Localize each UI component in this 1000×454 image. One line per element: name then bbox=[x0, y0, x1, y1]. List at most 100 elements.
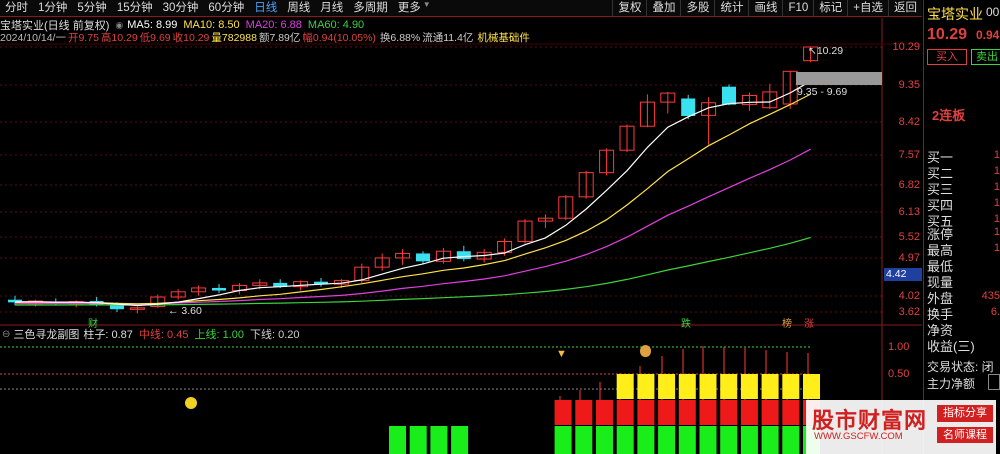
sub-indicator-header: ⊖ 三色寻龙副图 柱子: 0.87 中线: 0.45 上线: 1.00 下线: … bbox=[0, 326, 300, 342]
period-tab[interactable]: 5分钟 bbox=[72, 0, 111, 17]
event-news-marker[interactable]: 榜 bbox=[782, 315, 792, 330]
current-price-value: 4.42 bbox=[886, 268, 907, 280]
period-tab[interactable]: 1分钟 bbox=[33, 0, 72, 17]
price-axis-label: 6.82 bbox=[898, 179, 920, 191]
range-highlight bbox=[796, 72, 882, 85]
period-tab[interactable]: 更多 bbox=[393, 0, 426, 17]
period-tab[interactable]: 15分钟 bbox=[112, 0, 158, 17]
toolbar-button[interactable]: 叠加 bbox=[646, 0, 680, 17]
sector-label[interactable]: 机械基础件 bbox=[477, 30, 530, 45]
red-bar bbox=[637, 400, 655, 425]
period-tab[interactable]: 60分钟 bbox=[203, 0, 249, 17]
period-tab[interactable]: 周线 bbox=[282, 0, 315, 17]
tag-indicator-share-label: 指标分享 bbox=[943, 407, 987, 419]
price-axis-label: 10.29 bbox=[892, 41, 920, 53]
red-bar bbox=[658, 400, 676, 425]
price-axis-label: 4.02 bbox=[898, 290, 920, 302]
price-axis-label: 7.57 bbox=[898, 149, 920, 161]
volume-label: 量782988 bbox=[211, 32, 257, 44]
yellow-bar bbox=[637, 374, 655, 399]
green-bar bbox=[554, 426, 572, 454]
price-axis-label: 3.62 bbox=[898, 306, 920, 318]
chevron-down-icon[interactable]: ▼ bbox=[423, 0, 431, 17]
green-bar bbox=[699, 426, 717, 454]
candle-body bbox=[110, 305, 124, 310]
low-label: 低9.69 bbox=[139, 32, 171, 44]
red-bar bbox=[575, 400, 593, 425]
ma5-line bbox=[14, 80, 811, 307]
xiaxian-label: 下线: 0.20 bbox=[249, 329, 300, 341]
green-bar bbox=[658, 426, 676, 454]
yellow-bar bbox=[803, 374, 820, 399]
high-marker-value: 10.29 bbox=[816, 45, 844, 57]
sub-indicator-name[interactable]: 三色寻龙副图 bbox=[13, 326, 79, 342]
toolbar-button[interactable]: 标记 bbox=[813, 0, 847, 17]
green-bar bbox=[720, 426, 738, 454]
yellow-bar bbox=[782, 374, 800, 399]
candle-body bbox=[681, 98, 696, 116]
period-tab[interactable]: 多周期 bbox=[348, 0, 393, 17]
event-drop-marker[interactable]: 跌 bbox=[681, 315, 691, 330]
green-bar bbox=[616, 426, 634, 454]
quote-change: 0.94 bbox=[976, 28, 1000, 42]
green-bar bbox=[740, 426, 758, 454]
candle-body bbox=[456, 251, 471, 260]
toolbar-button[interactable]: +自选 bbox=[847, 0, 888, 17]
kline-chart[interactable] bbox=[0, 0, 922, 454]
toolbar-button[interactable]: 统计 bbox=[714, 0, 748, 17]
tag-indicator-share[interactable]: 指标分享 bbox=[937, 405, 993, 422]
low-marker-value: 3.60 bbox=[181, 305, 202, 317]
collapse-icon[interactable]: ⊖ bbox=[2, 329, 10, 340]
red-bar bbox=[554, 400, 572, 425]
green-bar bbox=[409, 426, 427, 454]
ohlc-info-line: 2024/10/14/一 开9.75 高10.29 低9.69 收10.29 量… bbox=[0, 31, 530, 44]
red-bar bbox=[699, 400, 717, 425]
toolbar-button[interactable]: 多股 bbox=[680, 0, 714, 17]
stock-code: 00 bbox=[986, 5, 1000, 19]
price-axis-label: 8.42 bbox=[898, 116, 920, 128]
money-bag-icon bbox=[640, 345, 651, 357]
tag-teacher-course-label: 名师课程 bbox=[943, 429, 987, 441]
green-bar bbox=[389, 426, 406, 454]
period-tab[interactable]: 分时 bbox=[0, 0, 33, 17]
buy-button[interactable]: 买入 bbox=[927, 49, 967, 65]
toolbar-button[interactable]: F10 bbox=[782, 0, 813, 17]
quote-row-value: 1 bbox=[993, 213, 1000, 225]
event-rise-marker[interactable]: 涨 bbox=[804, 315, 814, 330]
arrow-left-icon: ← bbox=[168, 305, 179, 317]
main-flow-bar bbox=[988, 374, 1000, 390]
amount-label: 额7.89亿 bbox=[258, 32, 301, 44]
turnover-label: 换6.88% bbox=[379, 32, 421, 44]
tag-teacher-course[interactable]: 名师课程 bbox=[937, 427, 993, 443]
sell-button[interactable]: 卖出 bbox=[971, 49, 1000, 65]
close-label: 收10.29 bbox=[172, 32, 210, 44]
green-bar bbox=[430, 426, 448, 454]
quote-row-value: 1 bbox=[993, 181, 1000, 193]
zhongxian-label: 中线: 0.45 bbox=[138, 329, 189, 341]
red-bar bbox=[678, 400, 696, 425]
yellow-bar bbox=[761, 374, 779, 399]
low-marker-label: ← 3.60 bbox=[168, 305, 202, 317]
green-bar bbox=[637, 426, 655, 454]
red-bar bbox=[740, 400, 758, 425]
toolbar-button[interactable]: 画线 bbox=[748, 0, 782, 17]
settings-icon[interactable]: ◉ bbox=[115, 20, 123, 31]
period-tab[interactable]: 30分钟 bbox=[158, 0, 204, 17]
date-label: 2024/10/14/一 bbox=[0, 32, 66, 44]
quote-panel: 宝塔实业 00 10.29 0.94 买入 卖出 2连板 买一 1 买二 1 买三 1 买四… bbox=[923, 0, 1000, 454]
smiley-icon bbox=[185, 397, 197, 409]
candle-body bbox=[212, 287, 226, 291]
yellow-bar bbox=[699, 374, 717, 399]
period-tab[interactable]: 月线 bbox=[315, 0, 348, 17]
ma10-line bbox=[14, 93, 811, 305]
red-bar bbox=[616, 400, 634, 425]
price-axis-label: 4.97 bbox=[898, 252, 920, 264]
period-tab[interactable]: 日线 bbox=[249, 0, 282, 17]
trade-status: 交易状态: 闭 bbox=[927, 360, 994, 374]
sub-axis-100: 1.00 bbox=[888, 341, 910, 353]
toolbar-button[interactable]: 返回 bbox=[888, 0, 922, 17]
toolbar-button[interactable]: 复权 bbox=[612, 0, 646, 17]
green-bar bbox=[782, 426, 800, 454]
open-label: 开9.75 bbox=[67, 32, 99, 44]
candle-body bbox=[416, 253, 430, 262]
